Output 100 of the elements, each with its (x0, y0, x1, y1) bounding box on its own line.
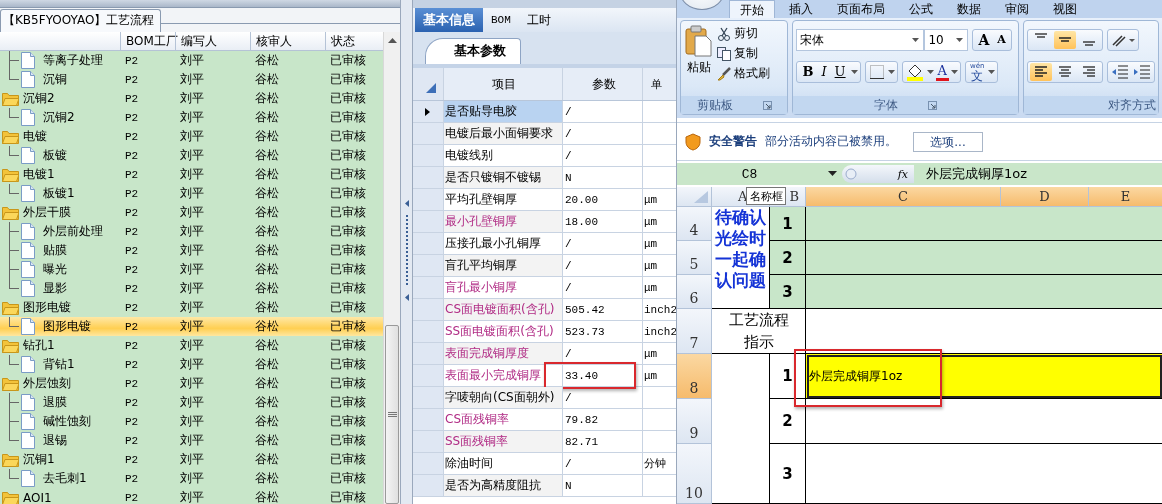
tree-item-label[interactable]: 显影 (43, 280, 67, 297)
font-name-field[interactable]: 宋体 (796, 29, 925, 51)
font-color-button[interactable]: A (935, 63, 949, 81)
decrease-indent-icon[interactable] (1110, 63, 1130, 81)
table-cell[interactable]: 电镀线别 (445, 147, 493, 164)
table-cell[interactable]: 表面完成铜厚度 (445, 345, 529, 362)
tree-item-label[interactable]: 沉铜2 (23, 90, 55, 107)
tree-item-label[interactable]: 外层蚀刻 (23, 375, 71, 392)
panel-tab[interactable]: 【KB5FYOOYAO】工艺流程 (0, 9, 162, 32)
number-cell[interactable]: 1 (770, 354, 806, 399)
tree-item-label[interactable]: 图形电镀 (43, 318, 91, 335)
tree-item-label[interactable]: 碱性蚀刻 (43, 413, 91, 430)
table-cell[interactable]: 平均孔壁铜厚 (445, 191, 517, 208)
increase-indent-icon[interactable] (1132, 63, 1152, 81)
column-header[interactable]: 核审人 (250, 32, 325, 50)
tree-row-background[interactable]: 电镀1 P2 刘平 谷松 已审核 (0, 165, 383, 184)
scrollbar[interactable] (383, 32, 400, 504)
selected-tree-row[interactable]: 图形电镀 P2 刘平 谷松 已审核 (0, 317, 383, 336)
table-cell[interactable]: 20.00 (563, 189, 643, 210)
bold-button[interactable]: B (799, 64, 817, 80)
section-cell[interactable]: 工艺流程指示 (712, 309, 806, 354)
row-header[interactable] (413, 101, 444, 122)
tree-row-background[interactable]: 显影 P2 刘平 谷松 已审核 (0, 279, 383, 298)
ribbon-tab[interactable]: 数据 (947, 0, 991, 18)
border-icon[interactable] (867, 64, 886, 80)
table-cell[interactable] (806, 207, 1162, 241)
table-cell[interactable]: 33.40 (563, 365, 643, 386)
ribbon-command[interactable]: 复制 (717, 45, 770, 62)
tree-item-label[interactable]: 退锡 (43, 432, 67, 449)
dialog-launcher-icon[interactable] (762, 100, 772, 110)
table-cell[interactable]: 是否只镀铜不镀锡 (445, 169, 541, 186)
tab[interactable]: 基本信息 (415, 8, 483, 32)
tree-row-background[interactable]: 板镀1 P2 刘平 谷松 已审核 (0, 184, 383, 203)
align-icon[interactable] (1054, 31, 1076, 49)
table-cell[interactable] (806, 241, 1162, 275)
table-cell[interactable]: 最小孔壁铜厚 (445, 213, 517, 230)
table-cell[interactable]: 523.73 (563, 321, 643, 342)
tree-row-background[interactable]: 退膜 P2 刘平 谷松 已审核 (0, 393, 383, 412)
tree-row-background[interactable]: 去毛刺1 P2 刘平 谷松 已审核 (0, 469, 383, 488)
tree-item-label[interactable]: 钻孔1 (23, 337, 55, 354)
row-header[interactable]: 6 (677, 275, 712, 309)
tree-row-background[interactable]: 图形电镀 P2 刘平 谷松 已审核 (0, 298, 383, 317)
column-header[interactable]: 参数 (563, 68, 643, 100)
tab[interactable]: 基本参数 (425, 38, 521, 64)
shrink-font-button[interactable]: A (994, 32, 1009, 48)
table-cell[interactable] (806, 275, 1162, 309)
table-cell[interactable]: N (563, 167, 643, 188)
italic-button[interactable]: I (818, 64, 830, 80)
number-cell[interactable]: 3 (770, 444, 806, 504)
tree-item-label[interactable]: 板镀 (43, 147, 67, 164)
tree-item-label[interactable]: 贴膜 (43, 242, 67, 259)
tree-row-background[interactable]: 等离子处理 P2 刘平 谷松 已审核 (0, 51, 383, 70)
row-header[interactable]: 4 (677, 207, 712, 241)
scroll-thumb[interactable] (385, 325, 399, 504)
tree-item-label[interactable]: 曝光 (43, 261, 67, 278)
ribbon-tab[interactable]: 视图 (1043, 0, 1087, 18)
tree-row-background[interactable]: 沉铜2 P2 刘平 谷松 已审核 (0, 89, 383, 108)
tree-row-background[interactable]: 外层前处理 P2 刘平 谷松 已审核 (0, 222, 383, 241)
row-header[interactable]: 5 (677, 241, 712, 275)
ribbon-command[interactable]: 剪切 (717, 25, 770, 42)
tree-row-background[interactable]: 外层干膜 P2 刘平 谷松 已审核 (0, 203, 383, 222)
tree-item-label[interactable]: 背钻1 (43, 356, 75, 373)
tree-row-background[interactable]: 沉铜1 P2 刘平 谷松 已审核 (0, 450, 383, 469)
tree-item-label[interactable]: 图形电镀 (23, 299, 71, 316)
tab[interactable]: 工时 (518, 8, 559, 32)
tab[interactable]: BOM (483, 8, 519, 32)
tree-item-label[interactable]: 去毛刺1 (43, 470, 87, 487)
column-header[interactable]: E (1089, 187, 1162, 207)
tree-row-background[interactable]: 贴膜 P2 刘平 谷松 已审核 (0, 241, 383, 260)
tree-item-label[interactable]: 电镀1 (23, 166, 55, 183)
tree-item-label[interactable]: AOI1 (23, 490, 52, 504)
tree-row-background[interactable]: 板镀 P2 刘平 谷松 已审核 (0, 146, 383, 165)
table-cell[interactable]: 是否为高精度阻抗 (445, 477, 541, 494)
tree-row-background[interactable]: 钻孔1 P2 刘平 谷松 已审核 (0, 336, 383, 355)
table-cell[interactable]: / (563, 123, 643, 144)
table-cell[interactable]: / (563, 277, 643, 298)
formula-field[interactable]: 外层完成铜厚1oz (914, 165, 1162, 184)
table-cell[interactable]: 82.71 (563, 431, 643, 452)
table-cell[interactable]: CS面残铜率 (445, 411, 509, 428)
tree-item-label[interactable]: 电镀 (23, 128, 47, 145)
fill-bucket-icon[interactable] (904, 63, 925, 81)
table-cell[interactable]: 电镀后最小面铜要求 (445, 125, 553, 142)
table-cell[interactable]: 是否贴导电胶 (445, 103, 517, 120)
table-cell[interactable]: / (563, 255, 643, 276)
tree-row-background[interactable]: 电镀 P2 刘平 谷松 已审核 (0, 127, 383, 146)
table-cell[interactable]: 字唛朝向(CS面朝外) (445, 389, 555, 406)
table-cell[interactable]: 盲孔平均铜厚 (445, 257, 517, 274)
splitter-handle[interactable] (401, 0, 413, 504)
tree-item-label[interactable]: 退膜 (43, 394, 67, 411)
number-cell[interactable]: 3 (770, 275, 806, 309)
note-cell[interactable]: 待确认光绘时一起确认问题 (712, 207, 770, 309)
tree-item-label[interactable]: 外层干膜 (23, 204, 71, 221)
tree-item-label[interactable]: 沉铜 (43, 71, 67, 88)
ribbon-tab[interactable]: 页面布局 (827, 0, 895, 18)
row-header[interactable]: 10 (677, 444, 712, 504)
table-cell[interactable]: / (563, 453, 643, 474)
ribbon-tab[interactable]: 审阅 (995, 0, 1039, 18)
dropdown-caret-icon[interactable] (828, 171, 838, 178)
table-cell[interactable]: 79.82 (563, 409, 643, 430)
table-cell[interactable]: / (563, 145, 643, 166)
